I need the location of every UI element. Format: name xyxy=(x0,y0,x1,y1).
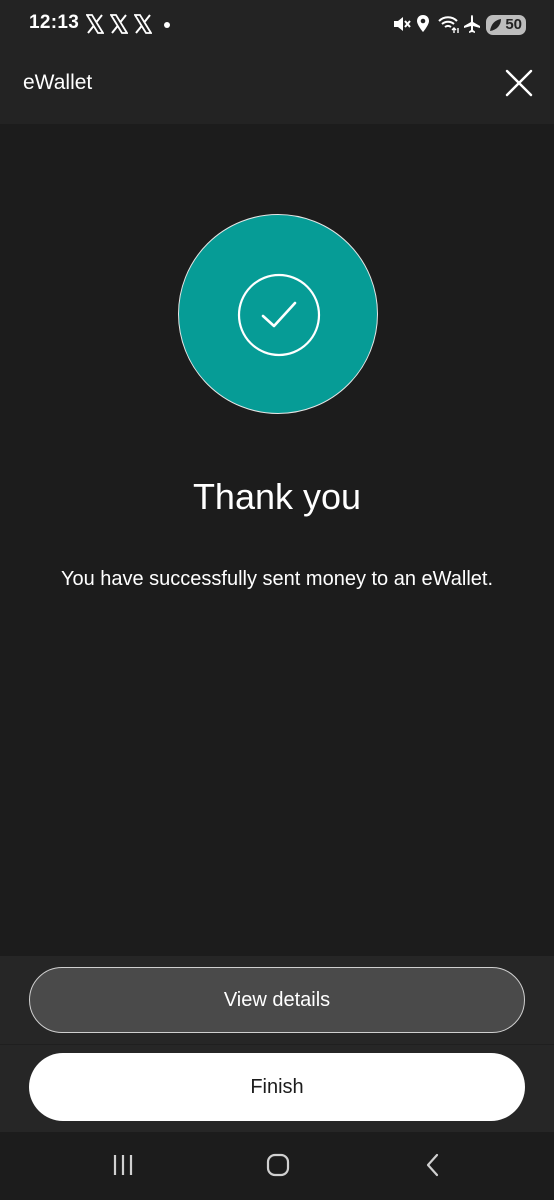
x-icon xyxy=(134,14,152,34)
status-bar: 12:13 50 xyxy=(0,0,554,52)
location-icon xyxy=(417,15,429,32)
status-time: 12:13 xyxy=(29,12,80,33)
success-message: You have successfully sent money to an e… xyxy=(60,568,494,590)
recents-icon[interactable] xyxy=(108,1150,138,1180)
x-icon xyxy=(110,14,128,34)
check-circle-icon xyxy=(237,273,321,357)
notification-dot-icon xyxy=(164,22,170,28)
divider xyxy=(0,1044,554,1045)
system-nav-bar xyxy=(0,1132,554,1200)
mute-icon xyxy=(394,17,411,31)
battery-saver-leaf-icon xyxy=(490,19,501,31)
x-icon xyxy=(86,14,104,34)
battery-icon: 50 xyxy=(486,15,526,35)
action-area: View details Finish xyxy=(0,956,554,1132)
view-details-button[interactable]: View details xyxy=(29,967,525,1033)
success-title: Thank you xyxy=(192,476,362,517)
app-header: eWallet xyxy=(0,52,554,124)
page-title: eWallet xyxy=(23,71,93,94)
close-icon[interactable] xyxy=(500,64,538,102)
wifi-icon xyxy=(438,16,459,33)
success-circle xyxy=(178,214,378,414)
finish-button[interactable]: Finish xyxy=(29,1053,525,1121)
screen: 12:13 50 eWallet Thank you You have succ… xyxy=(0,0,554,1200)
airplane-icon xyxy=(464,15,480,33)
battery-level: 50 xyxy=(505,16,522,33)
home-icon[interactable] xyxy=(263,1150,293,1180)
back-icon[interactable] xyxy=(418,1150,448,1180)
